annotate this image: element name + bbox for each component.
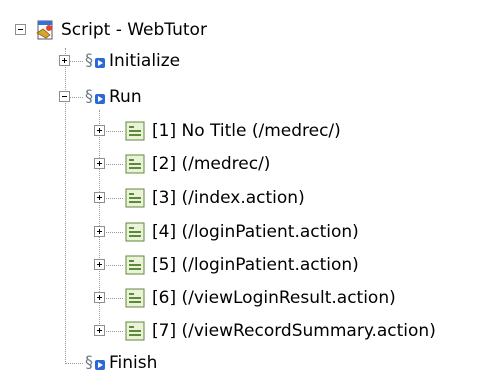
- script-tree: Script - WebTutor § Initialize § Run [1]…: [0, 0, 492, 379]
- expand-toggle[interactable]: [94, 158, 105, 169]
- expand-toggle[interactable]: [59, 55, 70, 66]
- page-request-icon: [124, 287, 146, 309]
- page-request-icon: [124, 120, 146, 142]
- request-label: [3] (/index.action): [152, 188, 305, 208]
- expand-toggle[interactable]: [94, 226, 105, 237]
- tree-node-request[interactable]: [4] (/loginPatient.action): [0, 214, 420, 250]
- expand-toggle[interactable]: [94, 125, 105, 136]
- expand-toggle[interactable]: [94, 325, 105, 336]
- collapse-toggle[interactable]: [15, 24, 26, 35]
- tree-node-request[interactable]: [5] (/loginPatient.action): [0, 247, 420, 283]
- tree-node-request[interactable]: [6] (/viewLoginResult.action): [0, 280, 420, 316]
- tree-node-label: Run: [109, 87, 142, 107]
- script-icon: [34, 19, 56, 41]
- tree-node-request[interactable]: [3] (/index.action): [0, 180, 420, 216]
- tree-node-label: Script - WebTutor: [61, 20, 207, 40]
- page-request-icon: [124, 187, 146, 209]
- svg-text:§: §: [85, 86, 93, 105]
- tree-node-finish[interactable]: § Finish: [0, 345, 200, 381]
- page-request-icon: [124, 153, 146, 175]
- gear-blue-icon: §: [84, 86, 106, 108]
- gear-blue-icon: §: [84, 352, 106, 374]
- tree-node-request[interactable]: [2] (/medrec/): [0, 146, 420, 182]
- page-request-icon: [124, 320, 146, 342]
- request-label: [1] No Title (/medrec/): [152, 121, 341, 141]
- collapse-toggle[interactable]: [59, 91, 70, 102]
- tree-node-label: Finish: [109, 353, 158, 373]
- page-request-icon: [124, 221, 146, 243]
- tree-node-request[interactable]: [7] (/viewRecordSummary.action): [0, 313, 436, 349]
- tree-node-initialize[interactable]: § Initialize: [0, 43, 220, 79]
- request-label: [4] (/loginPatient.action): [152, 222, 359, 242]
- request-label: [2] (/medrec/): [152, 154, 271, 174]
- gear-blue-icon: §: [84, 50, 106, 72]
- tree-node-request[interactable]: [1] No Title (/medrec/): [0, 113, 420, 149]
- request-label: [7] (/viewRecordSummary.action): [152, 321, 436, 341]
- request-label: [6] (/viewLoginResult.action): [152, 288, 396, 308]
- expand-toggle[interactable]: [94, 192, 105, 203]
- svg-text:§: §: [85, 50, 93, 69]
- page-request-icon: [124, 254, 146, 276]
- request-label: [5] (/loginPatient.action): [152, 255, 359, 275]
- tree-node-label: Initialize: [109, 51, 181, 71]
- expand-toggle[interactable]: [94, 259, 105, 270]
- tree-node-run[interactable]: § Run: [0, 79, 200, 115]
- expand-toggle[interactable]: [94, 292, 105, 303]
- svg-text:§: §: [85, 352, 93, 371]
